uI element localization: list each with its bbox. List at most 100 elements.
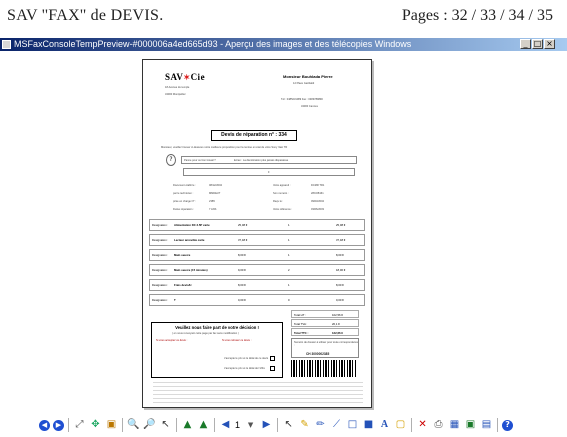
customer-address: 12 Place Garibaldi bbox=[293, 82, 315, 85]
close-button[interactable]: × bbox=[544, 39, 555, 49]
customer-name: Monsieur Bouhlada Pierre bbox=[283, 74, 333, 79]
option-refuse: Si vous refusez ce devis : bbox=[222, 339, 252, 342]
page-selector[interactable]: 1 bbox=[235, 420, 240, 430]
file-number-label: Numéro de dossier à utiliser pour toute … bbox=[294, 341, 359, 347]
text-tool-icon[interactable]: A bbox=[378, 419, 391, 432]
refuse-checkbox[interactable] bbox=[270, 366, 275, 371]
device-label-4: Votre référence : bbox=[273, 208, 293, 211]
fault-value-box: F bbox=[183, 168, 355, 176]
fault-value: F bbox=[268, 171, 270, 174]
zoom-in-icon[interactable]: 🔍 bbox=[127, 419, 140, 432]
pen-icon[interactable]: ✏ bbox=[314, 419, 327, 432]
barcode bbox=[291, 360, 357, 377]
slide-page-numbers: Pages : 32 / 33 / 34 / 35 bbox=[401, 7, 553, 24]
next-page-icon[interactable]: ▶ bbox=[260, 419, 273, 432]
toolbar-separator bbox=[176, 418, 177, 432]
footer-legal-text bbox=[153, 382, 363, 404]
refuse-label: J'accepte le prix et le délai de l'offre bbox=[224, 367, 265, 370]
store-address: 18 Avenue du temple bbox=[165, 86, 190, 89]
doc-label-1: Document établi le : bbox=[173, 184, 196, 187]
sticky-note-icon[interactable]: ▢ bbox=[394, 419, 407, 432]
fault-label: Panne pour ce bon travail ? bbox=[184, 159, 216, 162]
accept-label: J'accepte le prix et le délai de ce devi… bbox=[224, 357, 269, 360]
actual-size-icon[interactable]: ✥ bbox=[89, 419, 102, 432]
total-ttc-row: Total TTC : 122,66 € bbox=[291, 328, 359, 336]
toolbar-separator bbox=[68, 418, 69, 432]
doc-label-2: par le technicien : bbox=[173, 192, 194, 195]
best-fit-icon[interactable]: ⤢ bbox=[73, 419, 86, 432]
window-controls: _ □ × bbox=[520, 39, 555, 49]
star-icon: ✶ bbox=[183, 73, 191, 82]
window-title: MSFaxConsoleTempPreview-#000006a4ed665d9… bbox=[14, 39, 412, 49]
accept-checkbox[interactable] bbox=[270, 356, 275, 361]
save-icon[interactable]: ▦ bbox=[448, 419, 461, 432]
fault-box: Panne pour ce bon travail ? Ecran : La d… bbox=[181, 156, 357, 164]
doc-value-4: 7 ANS bbox=[209, 208, 217, 211]
minimize-button[interactable]: _ bbox=[520, 39, 531, 49]
customer-city: 34000 Cannes bbox=[301, 105, 318, 108]
total-ht-row: Total HT : 102,56 € bbox=[291, 310, 359, 318]
maximize-button[interactable]: □ bbox=[532, 39, 543, 49]
doc-value-2: MMDEUT bbox=[209, 192, 221, 195]
annotation-select-icon[interactable]: ↖ bbox=[282, 419, 295, 432]
quote-line: Désignation : Main oeuvre 8,00 € 1 8,00 … bbox=[149, 249, 365, 261]
device-label-1: Votre appareil : bbox=[273, 184, 291, 187]
quote-line: Désignation : T 0,00 € 0 0,00 € bbox=[149, 294, 365, 306]
fault-text: Ecran : La décoloration plus jamais disp… bbox=[234, 159, 289, 162]
print-icon[interactable]: ⎙ bbox=[432, 419, 445, 432]
file-number: CH 3000002385 bbox=[306, 352, 330, 356]
page-dropdown-icon[interactable]: ▼ bbox=[244, 419, 257, 432]
device-value-3: 09/03/2004 bbox=[311, 200, 324, 203]
device-label-2: Son numéro : bbox=[273, 192, 289, 195]
viewer-area: SAV✶Cie 18 Avenue du temple 34000 Montpe… bbox=[0, 51, 567, 413]
doc-value-1: 08/12/2004 bbox=[209, 184, 222, 187]
pointer-icon[interactable]: ↖ bbox=[159, 419, 172, 432]
doc-value-3: 2385 bbox=[209, 200, 215, 203]
edit-icon[interactable]: ▣ bbox=[464, 419, 477, 432]
decision-title: Veuillez nous faire part de votre décisi… bbox=[175, 325, 259, 330]
help-icon[interactable]: ? bbox=[502, 419, 514, 431]
store-city: 34000 Montpellier bbox=[165, 93, 186, 96]
rectangle-outline-icon[interactable]: □ bbox=[346, 419, 359, 432]
previous-page-icon[interactable]: ◀ bbox=[219, 419, 232, 432]
toolbar-separator bbox=[214, 418, 215, 432]
next-image-icon[interactable]: ▶ bbox=[53, 419, 64, 431]
question-icon: ? bbox=[166, 154, 176, 166]
slide-header: SAV ''FAX'' de DEVIS. Pages : 32 / 33 / … bbox=[0, 4, 567, 34]
device-value-1: DCMR TR1 bbox=[311, 184, 325, 187]
device-value-4: 03/06/2003 bbox=[311, 208, 324, 211]
slideshow-icon[interactable]: ▣ bbox=[105, 419, 118, 432]
quote-line: Désignation : Alimentation DC 3.5P carte… bbox=[149, 219, 365, 231]
doc-label-3: prise en charge N° : bbox=[173, 200, 196, 203]
device-value-2: 28/C08161 bbox=[311, 192, 324, 195]
properties-icon[interactable]: ▤ bbox=[480, 419, 493, 432]
customer-phone: Tél : 0485231089 Fax : 0483789890 bbox=[281, 98, 323, 101]
fax-document-page: SAV✶Cie 18 Avenue du temple 34000 Montpe… bbox=[142, 59, 372, 408]
company-logo: SAV✶Cie bbox=[165, 72, 206, 82]
filled-rectangle-icon[interactable]: ■ bbox=[362, 419, 375, 432]
quote-line: Désignation : Main oeuvre (15 minutes) 9… bbox=[149, 264, 365, 276]
quote-line: Désignation : Frais devis/H 8,00 € 1 8,0… bbox=[149, 279, 365, 291]
toolbar-separator bbox=[277, 418, 279, 432]
previous-image-icon[interactable]: ◀ bbox=[39, 419, 50, 431]
line-icon[interactable]: ⟋ bbox=[330, 419, 343, 432]
device-label-3: Reçu le : bbox=[273, 200, 284, 203]
toolbar-separator bbox=[497, 418, 499, 432]
rotate-left-icon[interactable]: ▲ bbox=[181, 419, 194, 432]
viewer-toolbar: ◀ ▶ ⤢ ✥ ▣ 🔍 🔎 ↖ ▲ ▲ ◀ 1 ▼ ▶ ↖ ✎ ✏ ⟋ □ ■ … bbox=[0, 413, 567, 437]
file-number-box: Numéro de dossier à utiliser pour toute … bbox=[291, 338, 359, 358]
app-icon bbox=[2, 40, 11, 49]
delete-icon[interactable]: ✕ bbox=[416, 419, 429, 432]
zoom-out-icon[interactable]: 🔎 bbox=[143, 419, 156, 432]
quote-intro: Monsieur, veuillez trouver ci-dessous no… bbox=[161, 146, 288, 149]
toolbar-separator bbox=[122, 418, 123, 432]
fax-preview-window: MSFaxConsoleTempPreview-#000006a4ed665d9… bbox=[0, 38, 567, 437]
slide-title: SAV ''FAX'' de DEVIS. bbox=[7, 7, 164, 24]
quote-title: Devis de réparation n° : 334 bbox=[211, 130, 297, 141]
highlighter-icon[interactable]: ✎ bbox=[298, 419, 311, 432]
title-bar[interactable]: MSFaxConsoleTempPreview-#000006a4ed665d9… bbox=[0, 38, 567, 51]
rotate-right-icon[interactable]: ▲ bbox=[197, 419, 210, 432]
decision-subtitle: ( en nous renvoyant cette page par fax s… bbox=[172, 332, 239, 335]
doc-label-4: Durée réparation : bbox=[173, 208, 194, 211]
toolbar-separator bbox=[411, 418, 413, 432]
